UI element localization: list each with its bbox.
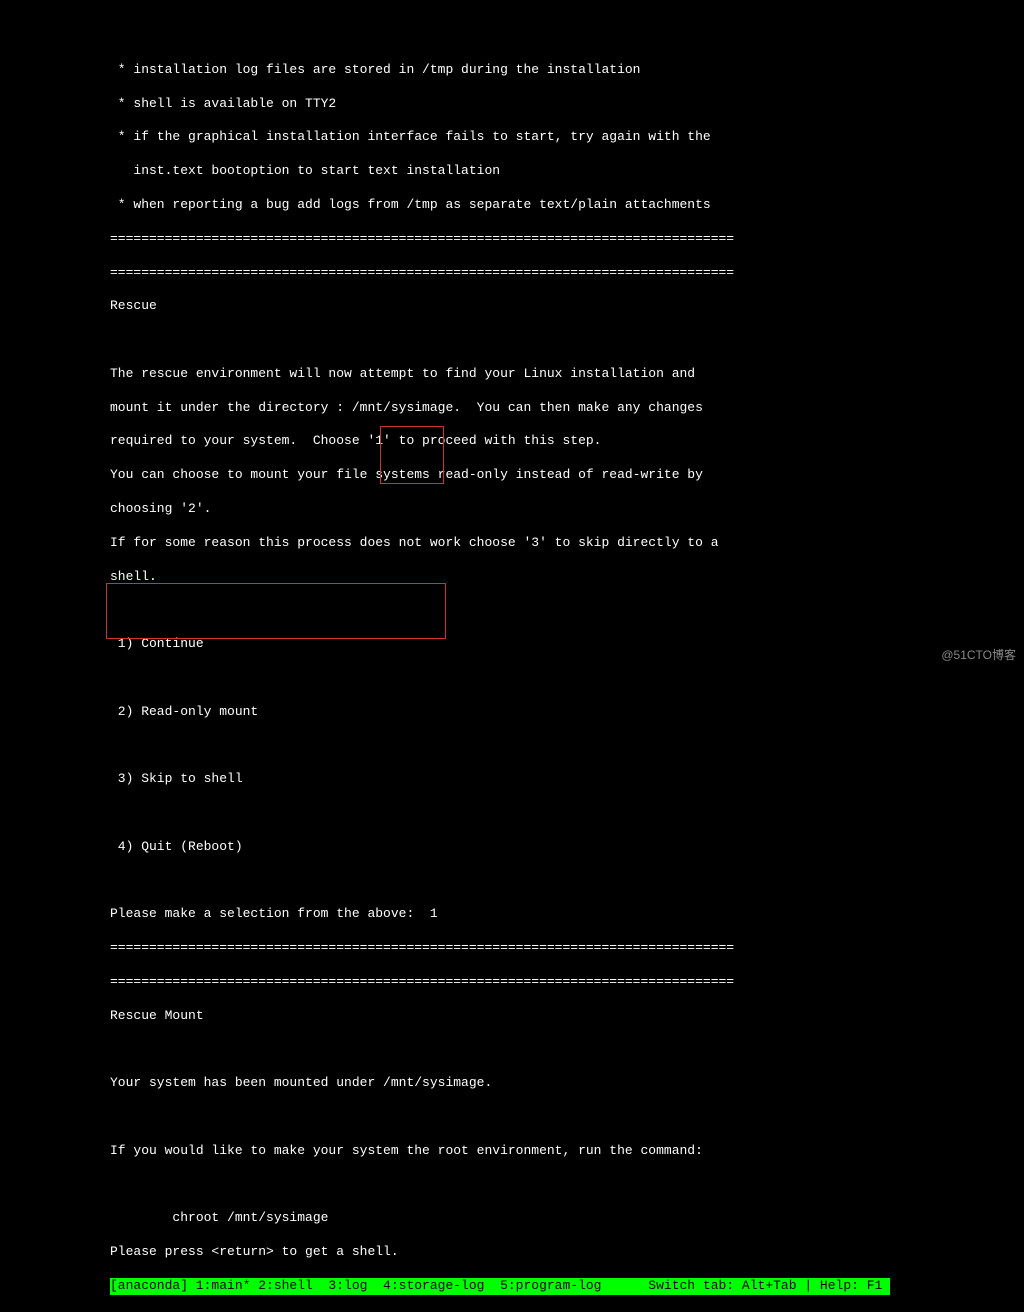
- rescue-mount-title: Rescue Mount: [110, 1008, 950, 1025]
- blank-line: [110, 1042, 950, 1059]
- intro-line: * if the graphical installation interfac…: [110, 129, 950, 146]
- option-readonly[interactable]: 2) Read-only mount: [110, 704, 950, 721]
- rescue-title: Rescue: [110, 298, 950, 315]
- mount-text: Your system has been mounted under /mnt/…: [110, 1075, 950, 1092]
- watermark: @51CTO博客: [941, 646, 1016, 663]
- option-continue[interactable]: 1) Continue: [110, 636, 950, 653]
- separator: ========================================…: [110, 974, 950, 991]
- blank-line: [110, 670, 950, 687]
- terminal-output: * installation log files are stored in /…: [110, 45, 950, 1312]
- rescue-text: You can choose to mount your file system…: [110, 467, 950, 484]
- blank-line: [110, 873, 950, 890]
- rescue-text: choosing '2'.: [110, 501, 950, 518]
- blank-line: [110, 1177, 950, 1194]
- separator: ========================================…: [110, 940, 950, 957]
- blank-line: [110, 1109, 950, 1126]
- blank-line: [110, 805, 950, 822]
- separator: ========================================…: [110, 265, 950, 282]
- rescue-text: shell.: [110, 569, 950, 586]
- blank-line: [110, 738, 950, 755]
- rescue-text: The rescue environment will now attempt …: [110, 366, 950, 383]
- blank-line: [110, 332, 950, 349]
- rescue-text: If for some reason this process does not…: [110, 535, 950, 552]
- separator: ========================================…: [110, 231, 950, 248]
- blank-line: [110, 602, 950, 619]
- mount-text: If you would like to make your system th…: [110, 1143, 950, 1160]
- rescue-text: mount it under the directory : /mnt/sysi…: [110, 400, 950, 417]
- selection-prompt[interactable]: Please make a selection from the above: …: [110, 906, 950, 923]
- option-skip-shell[interactable]: 3) Skip to shell: [110, 771, 950, 788]
- intro-line: * when reporting a bug add logs from /tm…: [110, 197, 950, 214]
- status-bar[interactable]: [anaconda] 1:main* 2:shell 3:log 4:stora…: [110, 1278, 950, 1295]
- option-quit[interactable]: 4) Quit (Reboot): [110, 839, 950, 856]
- press-return-hint[interactable]: Please press <return> to get a shell.: [110, 1244, 950, 1261]
- intro-line: * shell is available on TTY2: [110, 96, 950, 113]
- rescue-text: required to your system. Choose '1' to p…: [110, 433, 950, 450]
- chroot-command: chroot /mnt/sysimage: [110, 1210, 950, 1227]
- status-help: Switch tab: Alt+Tab | Help: F1: [641, 1278, 891, 1293]
- status-tabs[interactable]: [anaconda] 1:main* 2:shell 3:log 4:stora…: [110, 1278, 641, 1293]
- intro-line: * installation log files are stored in /…: [110, 62, 950, 79]
- intro-line: inst.text bootoption to start text insta…: [110, 163, 950, 180]
